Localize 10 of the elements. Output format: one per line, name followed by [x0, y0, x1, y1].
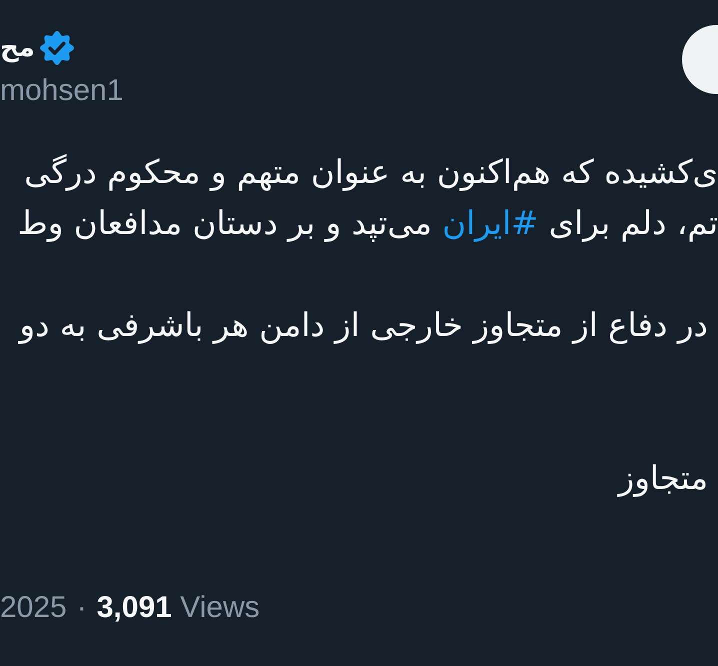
display-name[interactable]: مح — [0, 28, 35, 68]
user-handle[interactable]: mohsen1 — [0, 73, 124, 109]
post-date[interactable]: 2025 — [0, 588, 67, 628]
separator-dot: · — [76, 590, 87, 626]
post-text-line: متجاوز — [618, 458, 708, 499]
view-count: 3,091 Views — [96, 590, 260, 626]
hashtag-link[interactable]: #ایران — [442, 204, 538, 242]
post-text-line: تم، دلم برای #ایران می‌تپد و بر دستان مدافعان وط — [18, 202, 718, 244]
post-text-line: ی‌کشیده که هم‌اکنون به عنوان متهم و محکوم درگی — [24, 152, 718, 193]
post-text-line: در دفاع از متجاوز خارجی از دامن هر باشرفی به دو — [19, 304, 708, 346]
